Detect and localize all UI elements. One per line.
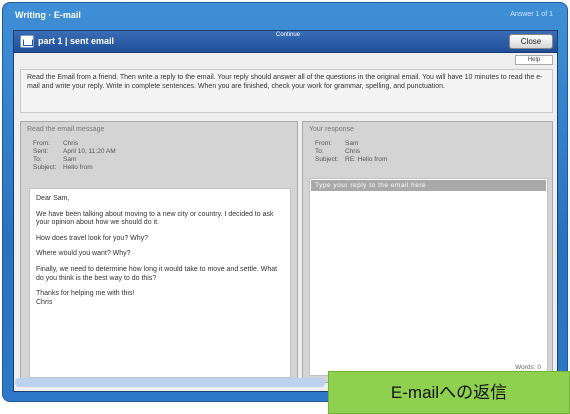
meta-key: From:: [33, 140, 50, 147]
email-task-window: part 1 | sent email Continue Close Help …: [13, 30, 558, 392]
meta-value: RE: Hello from: [345, 156, 388, 163]
meta-row-subject: Subject: RE: Hello from: [315, 156, 387, 164]
meta-value: Sam: [345, 140, 359, 147]
close-button[interactable]: Close: [509, 34, 553, 49]
mail-icon: [20, 35, 34, 48]
continue-label[interactable]: Continue: [276, 32, 300, 38]
meta-row-subject: Subject: Hello from: [33, 164, 116, 172]
meta-key: Subject:: [33, 164, 57, 171]
window-titlebar: part 1 | sent email Continue Close: [14, 31, 557, 53]
received-email-meta: From: Chris Sent: April 10, 11:20 AM To:…: [33, 140, 116, 172]
email-paragraph: We have been talking about moving to a n…: [36, 210, 274, 227]
meta-row-sent: Sent: April 10, 11:20 AM: [33, 148, 116, 156]
received-email-body: Dear Sam, We have been talking about mov…: [29, 188, 291, 378]
reply-heading: Your response: [309, 126, 354, 133]
caption-label: E-mailへの返信: [328, 371, 570, 414]
word-count: Words: 0: [515, 364, 541, 371]
meta-value: Hello from: [63, 164, 93, 171]
email-paragraph: Finally, we need to determine how long i…: [36, 265, 278, 282]
meta-row-to: To: Chris: [315, 148, 387, 156]
window-title: part 1 | sent email: [38, 36, 115, 46]
reply-textarea[interactable]: Type your reply to the email here Words:…: [309, 178, 548, 376]
email-paragraph: Where would you want? Why?: [36, 250, 131, 258]
reply-pane: Your response From: Sam To: Chris Subjec…: [302, 121, 553, 383]
meta-key: To:: [33, 156, 42, 163]
reply-text-line[interactable]: Type your reply to the email here: [311, 180, 546, 191]
task-instructions: Read the Email from a friend. Then write…: [20, 69, 553, 113]
meta-value: Chris: [63, 140, 79, 147]
reply-meta: From: Sam To: Chris Subject: RE: Hello f…: [315, 140, 387, 164]
meta-row-to: To: Sam: [33, 156, 116, 164]
meta-value: April 10, 11:20 AM: [63, 148, 116, 155]
meta-key: From:: [315, 140, 332, 147]
received-email-heading: Read the email message: [27, 126, 105, 133]
email-paragraph: Thanks for helping me with this! Chris: [36, 290, 135, 306]
meta-value: Chris: [345, 148, 361, 155]
meta-value: Sam: [63, 156, 77, 163]
meta-row-from: From: Chris: [33, 140, 116, 148]
meta-key: To:: [315, 148, 324, 155]
bottom-status-bar: [15, 378, 325, 387]
email-paragraph: Dear Sam,: [36, 195, 70, 202]
app-title: Writing · E-mail: [15, 10, 81, 20]
help-tab[interactable]: Help: [515, 55, 553, 65]
progress-indicator: Answer 1 of 1: [510, 11, 553, 18]
meta-key: Subject:: [315, 156, 339, 163]
app-screen: Writing · E-mail Answer 1 of 1 part 1 | …: [0, 0, 570, 414]
email-paragraph: How does travel look for you? Why?: [36, 234, 149, 242]
meta-key: Sent:: [33, 148, 49, 155]
meta-row-from: From: Sam: [315, 140, 387, 148]
received-email-pane: Read the email message From: Chris Sent:…: [20, 121, 298, 383]
